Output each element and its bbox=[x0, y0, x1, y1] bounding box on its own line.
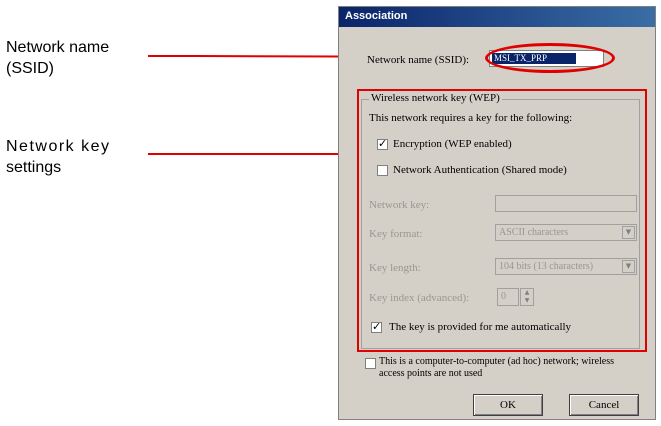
ssid-callout-line2: (SSID) bbox=[6, 60, 54, 77]
encryption-checkbox[interactable]: ✓ bbox=[377, 137, 388, 150]
ok-button[interactable]: OK bbox=[473, 394, 543, 416]
adhoc-label-line1: This is a computer-to-computer (ad hoc) … bbox=[379, 356, 615, 367]
key-index-input[interactable]: 0 bbox=[497, 288, 519, 306]
encryption-label: Encryption (WEP enabled) bbox=[393, 138, 512, 150]
chevron-down-icon[interactable]: ▼ bbox=[622, 226, 635, 239]
key-index-label: Key index (advanced): bbox=[369, 292, 470, 304]
key-index-value: 0 bbox=[501, 291, 506, 302]
key-pointer-line bbox=[148, 153, 358, 155]
ssid-label: Network name (SSID): bbox=[367, 54, 470, 66]
cancel-button[interactable]: Cancel bbox=[569, 394, 639, 416]
spin-down-icon[interactable]: ▼ bbox=[521, 297, 533, 305]
key-length-value: 104 bits (13 characters) bbox=[499, 261, 594, 272]
key-callout-line2: settings bbox=[6, 159, 62, 176]
encryption-check-icon: ✓ bbox=[378, 137, 388, 150]
key-format-value: ASCII characters bbox=[499, 227, 569, 238]
group-description: This network requires a key for the foll… bbox=[369, 112, 573, 124]
key-length-label: Key length: bbox=[369, 262, 421, 274]
key-settings-highlight-box bbox=[357, 89, 647, 352]
auto-key-label: The key is provided for me automatically bbox=[389, 321, 572, 333]
chevron-down-icon[interactable]: ▼ bbox=[622, 260, 635, 273]
ssid-callout-underline bbox=[148, 55, 197, 57]
key-format-label: Key format: bbox=[369, 228, 423, 240]
ssid-callout-label: Network name (SSID) bbox=[6, 37, 109, 79]
adhoc-label-line2: access points are not used bbox=[379, 368, 483, 379]
key-callout-line1: Network key bbox=[6, 138, 111, 155]
auto-key-checkbox[interactable]: ✓ bbox=[371, 320, 382, 333]
title-bar[interactable]: Association bbox=[339, 7, 655, 27]
auto-key-check-icon: ✓ bbox=[372, 320, 382, 333]
key-format-select[interactable]: ASCII characters ▼ bbox=[495, 224, 637, 241]
ssid-highlight-ellipse bbox=[485, 43, 615, 73]
network-key-label: Network key: bbox=[369, 199, 430, 211]
spin-up-icon[interactable]: ▲ bbox=[521, 289, 533, 297]
network-key-input[interactable] bbox=[495, 195, 637, 212]
key-callout-label: Network key settings bbox=[6, 136, 111, 178]
dialog-title: Association bbox=[345, 10, 408, 22]
key-index-spinner[interactable]: ▲ ▼ bbox=[520, 288, 534, 306]
auth-label: Network Authentication (Shared mode) bbox=[393, 164, 567, 176]
key-length-select[interactable]: 104 bits (13 characters) ▼ bbox=[495, 258, 637, 275]
auth-checkbox[interactable] bbox=[377, 165, 388, 176]
association-dialog: Association Network name (SSID): MSI_TX_… bbox=[338, 6, 656, 420]
adhoc-checkbox[interactable] bbox=[365, 358, 376, 369]
ssid-callout-line1: Network name bbox=[6, 39, 110, 56]
